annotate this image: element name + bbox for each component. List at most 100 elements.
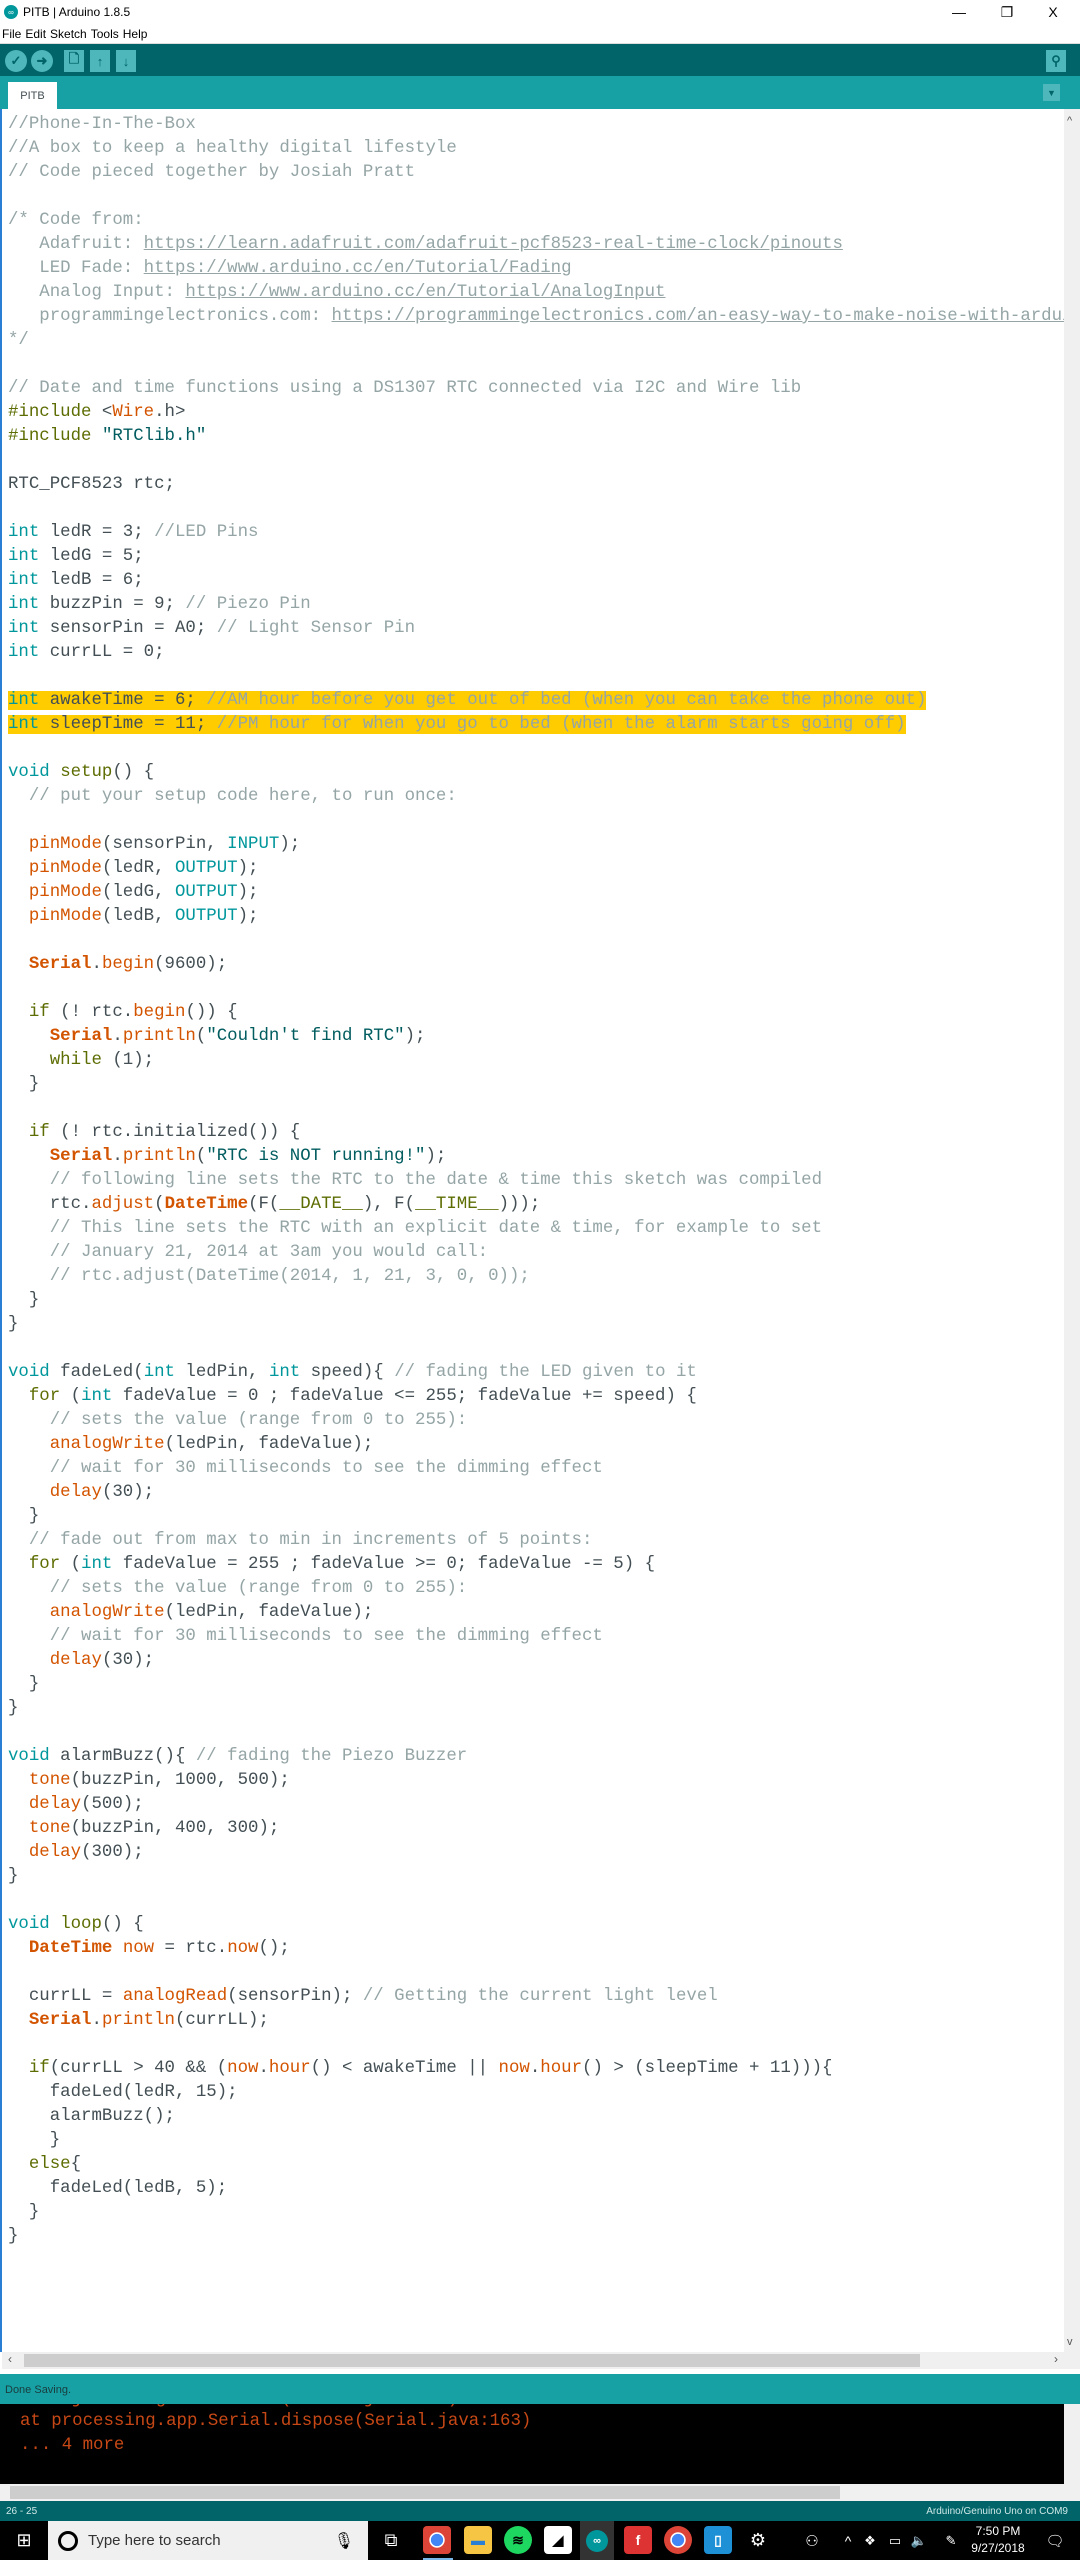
code-line[interactable]: // wait for 30 milliseconds to see the d… [8,1457,1080,1481]
code-line[interactable]: } [8,1697,1080,1721]
console-horizontal-scrollbar[interactable] [0,2484,1080,2501]
taskbar-clock[interactable]: 7:50 PM 9/27/2018 [968,2523,1028,2557]
tab-pitb[interactable]: PITB [8,82,57,109]
code-line[interactable]: delay(30); [8,1649,1080,1673]
fotor-icon[interactable]: f [624,2526,652,2554]
code-line[interactable]: if (! rtc.initialized()) { [8,1121,1080,1145]
vertical-scrollbar[interactable]: ^ v [1064,109,1080,2352]
code-line[interactable]: #include "RTClib.h" [8,425,1080,449]
code-line[interactable]: for (int fadeValue = 255 ; fadeValue >= … [8,1553,1080,1577]
horizontal-scrollbar[interactable]: ‹ › [2,2352,1080,2369]
code-line[interactable]: // following line sets the RTC to the da… [8,1169,1080,1193]
menu-sketch[interactable]: Sketch [50,27,87,41]
code-line[interactable]: tone(buzzPin, 400, 300); [8,1817,1080,1841]
menu-edit[interactable]: Edit [25,27,46,41]
code-line[interactable]: analogWrite(ledPin, fadeValue); [8,1433,1080,1457]
code-line[interactable]: void loop() { [8,1913,1080,1937]
code-line[interactable] [8,809,1080,833]
code-line[interactable]: rtc.adjust(DateTime(F(__DATE__), F(__TIM… [8,1193,1080,1217]
code-line[interactable]: Serial.println("RTC is NOT running!"); [8,1145,1080,1169]
spotify-icon[interactable]: ≋ [504,2526,532,2554]
code-line[interactable]: } [8,1505,1080,1529]
verify-button[interactable]: ✓ [5,50,27,72]
code-line[interactable]: RTC_PCF8523 rtc; [8,473,1080,497]
code-line[interactable]: // fade out from max to min in increment… [8,1529,1080,1553]
close-button[interactable]: X [1030,0,1076,24]
microphone-icon[interactable]: 🎙 [334,2531,354,2551]
code-line[interactable] [8,929,1080,953]
file-explorer-icon[interactable]: ▬ [464,2526,492,2554]
code-line[interactable]: Serial.begin(9600); [8,953,1080,977]
code-line[interactable]: } [8,2201,1080,2225]
scroll-thumb[interactable] [10,2486,840,2499]
code-line[interactable]: pinMode(ledR, OUTPUT); [8,857,1080,881]
save-button[interactable]: ↓ [116,50,136,72]
code-line[interactable] [8,1097,1080,1121]
code-line[interactable] [8,185,1080,209]
code-line[interactable]: // put your setup code here, to run once… [8,785,1080,809]
code-line[interactable] [8,737,1080,761]
code-line[interactable] [8,2033,1080,2057]
code-line[interactable]: } [8,1313,1080,1337]
scroll-left-icon[interactable]: ‹ [8,2352,12,2366]
code-line[interactable]: Analog Input: https://www.arduino.cc/en/… [8,281,1080,305]
code-line[interactable]: */ [8,329,1080,353]
windows-start-icon[interactable]: ⊞ [0,2521,48,2560]
settings-icon[interactable]: ⚙ [742,2521,774,2560]
serial-monitor-button[interactable]: ⚲ [1046,50,1066,72]
code-line[interactable]: Serial.println("Couldn't find RTC"); [8,1025,1080,1049]
code-line[interactable]: // rtc.adjust(DateTime(2014, 1, 21, 3, 0… [8,1265,1080,1289]
code-line[interactable]: Serial.println(currLL); [8,2009,1080,2033]
code-line[interactable]: } [8,2225,1080,2249]
code-line[interactable]: programmingelectronics.com: https://prog… [8,305,1080,329]
tab-menu-button[interactable]: ▼ [1043,84,1060,101]
code-line[interactable] [8,1337,1080,1361]
volume-icon[interactable]: 🔈 [908,2521,930,2560]
code-line[interactable]: // Code pieced together by Josiah Pratt [8,161,1080,185]
code-line[interactable]: for (int fadeValue = 0 ; fadeValue <= 25… [8,1385,1080,1409]
menu-file[interactable]: File [2,27,21,41]
code-line[interactable]: int ledG = 5; [8,545,1080,569]
code-line[interactable]: int buzzPin = 9; // Piezo Pin [8,593,1080,617]
menu-tools[interactable]: Tools [91,27,119,41]
code-line[interactable]: delay(30); [8,1481,1080,1505]
code-line[interactable]: // sets the value (range from 0 to 255): [8,1577,1080,1601]
upload-button[interactable]: ➜ [31,50,53,72]
code-line-selected[interactable]: int awakeTime = 6; //AM hour before you … [8,689,1080,713]
scroll-up-icon[interactable]: ^ [1067,115,1072,127]
open-button[interactable]: ↑ [90,50,110,72]
code-line[interactable] [8,1889,1080,1913]
code-line[interactable]: } [8,2129,1080,2153]
code-line[interactable]: Adafruit: https://learn.adafruit.com/ada… [8,233,1080,257]
code-line[interactable]: int ledR = 3; //LED Pins [8,521,1080,545]
chevron-up-icon[interactable]: ^ [838,2521,858,2560]
code-line[interactable] [8,1721,1080,1745]
code-line[interactable] [8,353,1080,377]
code-line[interactable]: int currLL = 0; [8,641,1080,665]
taskbar-search[interactable]: Type here to search 🎙 [48,2521,368,2560]
code-line[interactable]: } [8,1073,1080,1097]
code-line[interactable]: } [8,1673,1080,1697]
code-line[interactable] [8,665,1080,689]
notification-icon[interactable]: 🗨 [1040,2521,1070,2560]
dropbox-icon[interactable]: ❖ [860,2521,880,2560]
code-line[interactable]: void alarmBuzz(){ // fading the Piezo Bu… [8,1745,1080,1769]
new-button[interactable]: 🗋 [64,50,84,72]
code-line[interactable]: #include <Wire.h> [8,401,1080,425]
code-line[interactable]: // This line sets the RTC with an explic… [8,1217,1080,1241]
chrome-icon[interactable] [423,2526,451,2554]
code-line[interactable] [8,1961,1080,1985]
code-line[interactable]: alarmBuzz(); [8,2105,1080,2129]
code-line[interactable]: fadeLed(ledB, 5); [8,2177,1080,2201]
task-view-icon[interactable]: ⧉ [375,2521,407,2560]
code-line[interactable]: if(currLL > 40 && (now.hour() < awakeTim… [8,2057,1080,2081]
code-line[interactable]: LED Fade: https://www.arduino.cc/en/Tuto… [8,257,1080,281]
code-line[interactable]: if (! rtc.begin()) { [8,1001,1080,1025]
arduino-taskbar-button[interactable]: ∞ [580,2521,614,2560]
chrome-icon[interactable] [664,2526,692,2554]
battery-icon[interactable]: ▭ [884,2521,906,2560]
menu-help[interactable]: Help [123,27,148,41]
code-line[interactable]: // Date and time functions using a DS130… [8,377,1080,401]
code-text[interactable]: //Phone-In-The-Box//A box to keep a heal… [8,113,1080,2249]
code-line[interactable]: currLL = analogRead(sensorPin); // Getti… [8,1985,1080,2009]
